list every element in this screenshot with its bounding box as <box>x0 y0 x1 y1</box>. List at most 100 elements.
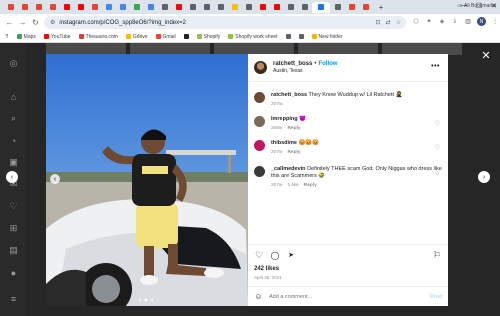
post-photo[interactable]: ‹ <box>46 54 248 306</box>
browser-tab[interactable] <box>256 2 269 13</box>
more-menu-icon[interactable]: ≡ <box>8 293 19 304</box>
comment-likes[interactable]: 1 like <box>287 183 298 188</box>
reload-icon[interactable]: ↻ <box>30 17 41 28</box>
browser-tab[interactable] <box>228 2 241 13</box>
browser-tab[interactable] <box>331 2 344 13</box>
browser-tab[interactable] <box>345 2 358 13</box>
post-location[interactable]: Austin, Texas <box>273 68 337 74</box>
browser-tab[interactable] <box>214 2 227 13</box>
browser-tab[interactable] <box>130 2 143 13</box>
download-icon[interactable]: ⤓ <box>451 18 459 26</box>
back-icon[interactable]: ← <box>4 17 15 28</box>
commenter-username[interactable]: lmrepping <box>271 116 298 122</box>
browser-tab[interactable] <box>4 2 17 13</box>
search-icon[interactable]: ⌕ <box>8 113 19 124</box>
bookmark-item[interactable]: Shopify <box>196 34 220 40</box>
dashboard-icon[interactable]: ▤ <box>8 245 19 256</box>
instagram-logo-icon[interactable]: ◎ <box>8 58 19 69</box>
browser-tab[interactable] <box>116 2 129 13</box>
browser-tab[interactable] <box>32 2 45 13</box>
bookmark-item[interactable]: Gmail <box>155 34 176 40</box>
author-username[interactable]: ratchett_boss <box>273 61 312 67</box>
browser-tab[interactable] <box>46 2 59 13</box>
comment-body: 😡😡😡 <box>298 140 320 146</box>
comment-icon[interactable]: ◯ <box>270 250 280 260</box>
bookmark-item[interactable]: YouTube <box>43 34 71 40</box>
address-bar[interactable]: ⚙ instagram.com/p/COG_spp8eO6/?img_index… <box>44 16 406 29</box>
save-bookmark-icon[interactable]: ⚐ <box>432 250 442 260</box>
new-tab-icon[interactable]: + <box>376 2 386 12</box>
bookmark-item[interactable]: Gdrive <box>125 34 148 40</box>
create-icon[interactable]: ⊞ <box>8 223 19 234</box>
tab-favicon-icon <box>161 4 168 10</box>
commenter-avatar[interactable] <box>254 166 265 177</box>
more-options-icon[interactable]: ••• <box>431 63 440 70</box>
side-panel-icon[interactable]: ▥ <box>464 18 472 26</box>
browser-tab[interactable] <box>172 2 185 13</box>
commenter-username[interactable]: _callmedevin <box>271 166 306 172</box>
profile-icon[interactable]: ● <box>8 267 19 278</box>
browser-tab[interactable] <box>18 2 31 13</box>
emoji-icon[interactable]: ☺ <box>254 292 263 301</box>
comment-like-heart-icon[interactable]: ♡ <box>435 120 440 127</box>
extension-icon[interactable]: ⬡ <box>412 18 420 26</box>
apps-icon[interactable]: ⠿ <box>5 34 9 40</box>
bookmark-item[interactable] <box>285 34 291 39</box>
browser-tab[interactable] <box>74 2 87 13</box>
bookmark-item[interactable]: Theaaura.com <box>78 34 118 40</box>
post-comment-button[interactable]: Post <box>430 294 442 300</box>
all-bookmarks[interactable]: ▭ All Bookmarks <box>457 3 496 9</box>
close-icon[interactable]: ✕ <box>481 50 491 62</box>
forward-icon[interactable]: → <box>17 17 28 28</box>
browser-tab[interactable] <box>298 2 311 13</box>
browser-tab[interactable] <box>242 2 255 13</box>
install-app-icon[interactable]: ⊡ <box>376 19 381 26</box>
explore-icon[interactable]: ◔ <box>8 135 19 146</box>
next-post-icon[interactable]: › <box>478 171 490 183</box>
like-heart-icon[interactable]: ♡ <box>254 250 264 260</box>
browser-tab[interactable] <box>270 2 283 13</box>
profile-avatar[interactable]: N <box>477 17 486 26</box>
carousel-prev-icon[interactable]: ‹ <box>50 174 60 184</box>
commenter-avatar[interactable] <box>254 116 265 127</box>
reply-button[interactable]: Reply <box>287 126 300 131</box>
reels-icon[interactable]: ▣ <box>8 157 19 168</box>
bookmark-star-icon[interactable]: ☆ <box>396 19 401 26</box>
commenter-username[interactable]: ratchett_boss <box>271 92 307 98</box>
bookmark-item[interactable] <box>183 34 189 39</box>
likes-count[interactable]: 242 likes <box>254 266 279 272</box>
comment-like-heart-icon[interactable]: ♡ <box>435 144 440 151</box>
commenter-avatar[interactable] <box>254 140 265 151</box>
bookmark-item[interactable]: New folder <box>311 34 342 40</box>
browser-tab[interactable] <box>144 2 157 13</box>
site-info-icon[interactable]: ⚙ <box>50 19 55 26</box>
notifications-icon[interactable]: ♡ <box>8 201 19 212</box>
browser-tab[interactable] <box>312 1 330 13</box>
reply-button[interactable]: Reply <box>304 183 317 188</box>
comment-input[interactable] <box>269 293 419 300</box>
commenter-username[interactable]: thibsdime <box>271 140 297 146</box>
browser-tab[interactable] <box>200 2 213 13</box>
share-icon[interactable]: ➤ <box>286 250 296 260</box>
bookmark-item[interactable]: Shopify work sheet <box>228 34 278 40</box>
comment-like-heart-icon[interactable]: ♡ <box>435 170 440 177</box>
extension-2-icon[interactable]: ◈ <box>438 18 446 26</box>
puzzle-icon[interactable]: ✦ <box>425 18 433 26</box>
bookmark-item[interactable] <box>298 34 304 39</box>
browser-tab[interactable] <box>158 2 171 13</box>
follow-button[interactable]: Follow <box>318 61 337 67</box>
browser-tab[interactable] <box>60 2 73 13</box>
bookmark-item[interactable]: Maps <box>16 34 36 40</box>
prev-post-icon[interactable]: ‹ <box>6 171 18 183</box>
browser-tab[interactable] <box>102 2 115 13</box>
browser-tab[interactable] <box>88 2 101 13</box>
browser-tab[interactable] <box>284 2 297 13</box>
reply-button[interactable]: Reply <box>287 150 300 155</box>
browser-tab[interactable] <box>359 2 372 13</box>
translate-icon[interactable]: ⇄ <box>386 19 391 26</box>
author-avatar[interactable] <box>254 61 267 74</box>
browser-tab[interactable] <box>186 2 199 13</box>
commenter-avatar[interactable] <box>254 92 265 103</box>
home-icon[interactable]: ⌂ <box>8 91 19 102</box>
menu-icon[interactable]: ⋮ <box>491 18 499 26</box>
